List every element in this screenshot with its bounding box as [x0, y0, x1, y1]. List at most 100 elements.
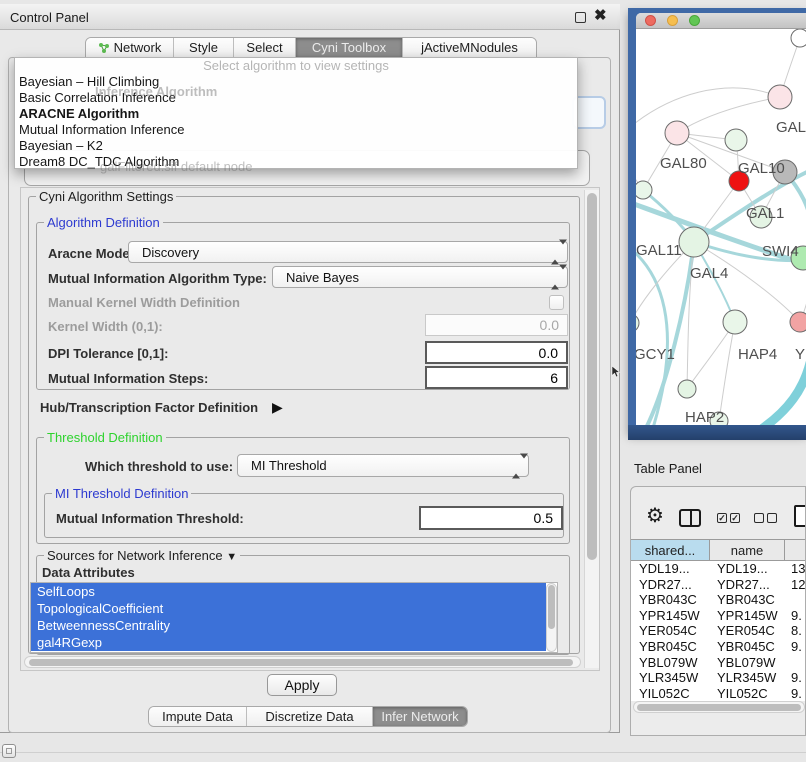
tab-style[interactable]: Style [174, 38, 234, 57]
unchecked-checkbox-icon[interactable] [767, 513, 777, 523]
dropdown-item[interactable]: Basic Correlation Inference [15, 90, 577, 106]
network-node-gal80[interactable] [665, 121, 689, 145]
attributes-vertical-scrollbar[interactable] [546, 583, 557, 652]
network-node-y[interactable] [790, 312, 806, 332]
network-node-label: Y [795, 346, 805, 363]
unchecked-checkbox-icon[interactable] [754, 513, 764, 523]
column-header-shared[interactable]: shared... [631, 539, 710, 561]
aracne-mode-label: Aracne Mode: [48, 246, 134, 261]
tab-impute-data[interactable]: Impute Data [149, 707, 247, 726]
table-row[interactable]: YIL052CYIL052C9. [631, 686, 806, 701]
table-row[interactable]: YBR045CYBR045C9. [631, 639, 806, 655]
control-panel-titlebar [0, 4, 620, 30]
column-header-cut[interactable] [785, 539, 806, 561]
zoom-traffic-light-icon[interactable] [689, 15, 700, 26]
table-row[interactable]: YDR27...YDR27...12 [631, 577, 806, 593]
float-window-icon[interactable] [575, 12, 586, 23]
manual-kernel-checkbox[interactable] [549, 295, 564, 310]
table-row[interactable]: YBL079WYBL079W [631, 655, 806, 671]
apply-button[interactable]: Apply [267, 674, 337, 696]
tab-discretize-data[interactable]: Discretize Data [247, 707, 373, 726]
dropdown-item[interactable]: Bayesian – K2 [15, 138, 577, 154]
collapse-down-arrow-icon[interactable]: ▼ [226, 551, 237, 563]
close-icon[interactable]: ✖ [594, 6, 607, 26]
settings-vertical-scrollbar[interactable] [584, 190, 599, 668]
table-cell: 13 [791, 561, 805, 577]
table-body: YDL19...YDL19...13YDR27...YDR27...12YBR0… [631, 561, 806, 701]
minimized-panel-icon[interactable] [2, 744, 16, 758]
aracne-mode-combobox[interactable]: Discovery [128, 241, 568, 263]
dropdown-item[interactable]: Bayesian – Hill Climbing [15, 74, 577, 90]
network-edge[interactable] [719, 322, 735, 421]
attribute-list-item[interactable]: SelfLoops [31, 583, 546, 600]
dpi-tolerance-field[interactable]: 0.0 [425, 341, 568, 364]
checked-checkbox-icon[interactable]: ✓ [717, 513, 727, 523]
network-node-hap2[interactable] [678, 380, 696, 398]
network-node-gal10[interactable] [725, 129, 747, 151]
mi-threshold-label: Mutual Information Threshold: [56, 511, 244, 526]
settings-horizontal-scrollbar[interactable] [24, 656, 581, 668]
algorithm-definition-title: Algorithm Definition [44, 215, 163, 230]
network-node-hap4[interactable] [723, 310, 747, 334]
table-row[interactable]: YBR043CYBR043C [631, 592, 806, 608]
network-node-gcy1[interactable] [636, 314, 639, 332]
table-panel-window: ⚙ ✓ ✓ shared... name YDL19...YDL19...13Y… [630, 486, 806, 736]
new-table-icon[interactable] [794, 505, 806, 527]
network-edge[interactable] [677, 97, 780, 133]
tab-infer-network[interactable]: Infer Network [373, 707, 467, 726]
table-row[interactable]: YLR345WYLR345W9. [631, 670, 806, 686]
network-edge[interactable] [636, 88, 780, 133]
attribute-list-item[interactable]: BetweennessCentrality [31, 617, 546, 634]
network-edge[interactable] [636, 243, 667, 425]
stepper-arrows-icon [551, 245, 559, 260]
attribute-list-item[interactable]: TopologicalCoefficient [31, 600, 546, 617]
table-cell: 12 [791, 577, 805, 593]
network-canvas[interactable]: GALGAL80GAL10GAL1GAL11GAL4SWI4GCY1HAP4YH… [636, 29, 806, 425]
table-cell: 8. [791, 623, 802, 639]
tab-jactivemnodules[interactable]: jActiveMNodules [403, 38, 536, 57]
network-window-titlebar [636, 13, 806, 29]
network-node-label: GCY1 [636, 346, 675, 363]
network-node-label: GAL80 [660, 155, 707, 172]
dropdown-item[interactable]: Mutual Information Inference [15, 122, 577, 138]
table-cell: YIL052C [717, 686, 768, 701]
close-traffic-light-icon[interactable] [645, 15, 656, 26]
network-node-label: GAL1 [746, 205, 784, 222]
network-node-gal[interactable] [768, 85, 792, 109]
kernel-width-field[interactable]: 0.0 [425, 314, 568, 336]
tab-cyni-toolbox[interactable]: Cyni Toolbox [296, 38, 403, 57]
column-header-name[interactable]: name [710, 539, 785, 561]
expand-right-arrow-icon[interactable]: ▶ [272, 399, 283, 416]
mi-threshold-field[interactable]: 0.5 [419, 506, 563, 530]
minimize-traffic-light-icon[interactable] [667, 15, 678, 26]
network-node[interactable] [791, 29, 806, 47]
tab-label: Discretize Data [265, 709, 353, 724]
table-cell: YDL19... [639, 561, 690, 577]
hub-definition-label: Hub/Transcription Factor Definition [40, 400, 258, 415]
which-threshold-combobox[interactable]: MI Threshold [237, 454, 529, 477]
settings-gear-icon[interactable]: ⚙ [646, 505, 664, 527]
which-threshold-value: MI Threshold [238, 458, 327, 473]
mi-type-value: Naive Bayes [273, 270, 359, 285]
mi-steps-field[interactable]: 6 [425, 366, 568, 389]
tab-select[interactable]: Select [234, 38, 296, 57]
split-view-icon[interactable] [679, 509, 701, 527]
mi-type-combobox[interactable]: Naive Bayes [272, 266, 568, 288]
checked-checkbox-icon[interactable]: ✓ [730, 513, 740, 523]
table-row[interactable]: YER054CYER054C8. [631, 623, 806, 639]
table-row[interactable]: YPR145WYPR145W9. [631, 608, 806, 624]
dropdown-item[interactable]: Dream8 DC_TDC Algorithm [15, 154, 577, 170]
network-node-gal11[interactable] [636, 181, 652, 199]
network-edge[interactable] [763, 363, 806, 425]
table-cell: YER054C [639, 623, 697, 639]
algorithm-dropdown-popup: Select algorithm to view settings Bayesi… [14, 57, 578, 169]
attribute-list-item[interactable]: gal4RGexp [31, 634, 546, 651]
network-node-gal4[interactable] [679, 227, 709, 257]
table-horizontal-scrollbar[interactable] [633, 701, 805, 713]
dropdown-item[interactable]: ARACNE Algorithm [15, 106, 577, 122]
table-row[interactable]: YDL19...YDL19...13 [631, 561, 806, 577]
mi-type-label: Mutual Information Algorithm Type: [48, 271, 267, 286]
tab-network[interactable]: Network [86, 38, 174, 57]
network-icon [98, 42, 110, 54]
network-node-label: GAL [776, 119, 806, 136]
